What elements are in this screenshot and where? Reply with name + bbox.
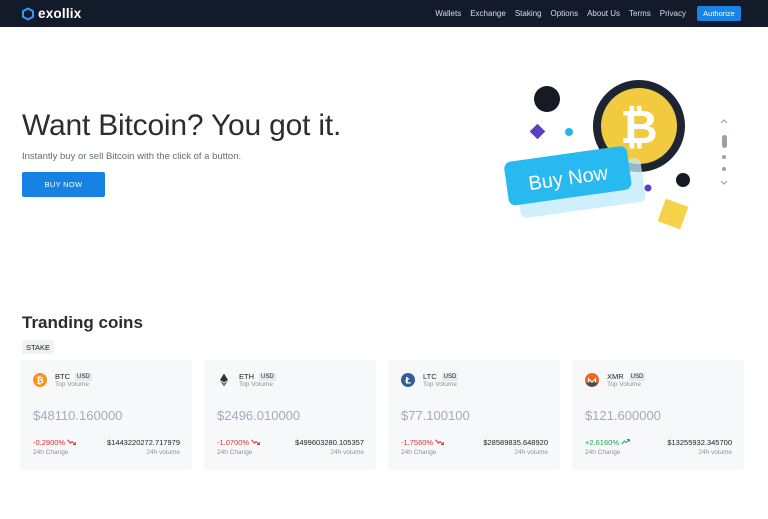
decor-black-circle-large: [534, 86, 560, 112]
coin-symbol-text: BTC: [55, 372, 70, 381]
decor-purple-diamond: [529, 123, 546, 140]
hero-illustration: ₿ Buy Now: [504, 80, 690, 230]
coin-subtitle: Top Volume: [239, 381, 273, 388]
chevron-up-icon[interactable]: [720, 118, 728, 124]
authorize-button[interactable]: Authorize: [697, 6, 741, 21]
hero-subtitle: Instantly buy or sell Bitcoin with the c…: [22, 151, 242, 162]
trend-down-icon: [67, 439, 77, 445]
change-label: 24h Change: [401, 449, 437, 456]
coin-symbol-text: LTC: [423, 372, 437, 381]
quote-currency-tag: USD: [75, 372, 92, 381]
quote-currency-tag: USD: [441, 372, 459, 381]
ethereum-icon: [220, 373, 228, 387]
quote-currency-tag: USD: [628, 372, 646, 381]
coin-subtitle: Top Volume: [607, 381, 641, 388]
bitcoin-icon: ₿: [33, 373, 47, 387]
buy-now-button[interactable]: BUY NOW: [22, 172, 105, 197]
pager-dot[interactable]: [722, 167, 726, 171]
coin-card-btc[interactable]: ₿ BTC USD Top Volume $48110.160000 -0.29…: [20, 360, 192, 470]
change-text: +2.6160%: [585, 438, 619, 447]
decor-yellow-square: [657, 198, 689, 230]
change-text: -0.2900%: [33, 438, 66, 447]
coin-symbol-text: ETH: [239, 372, 254, 381]
volume-value: $13255932.345700: [667, 438, 732, 447]
slide-pager: [718, 118, 730, 190]
change-value: +2.6160%: [585, 438, 631, 447]
coin-price: $121.600000: [585, 408, 661, 423]
coin-symbol-text: XMR: [607, 372, 624, 381]
trend-up-icon: [621, 439, 631, 445]
chevron-down-icon[interactable]: [720, 180, 728, 186]
coin-symbol: BTC USD: [55, 372, 92, 381]
monero-icon: [585, 373, 599, 387]
coin-price: $48110.160000: [33, 408, 123, 423]
trending-title: Tranding coins: [22, 313, 143, 332]
nav-link-options[interactable]: Options: [551, 9, 579, 18]
volume-value: $499603280.105357: [295, 438, 364, 447]
volume-value: $1443220272.717979: [107, 438, 180, 447]
coin-price: $2496.010000: [217, 408, 301, 423]
volume-label: 24h volume: [698, 449, 732, 456]
hero-title: Want Bitcoin? You got it.: [22, 109, 342, 142]
volume-label: 24h volume: [146, 449, 180, 456]
change-text: -1.7560%: [401, 438, 434, 447]
decor-purple-dot: [644, 184, 652, 192]
trend-down-icon: [435, 439, 445, 445]
nav-link-wallets[interactable]: Wallets: [435, 9, 461, 18]
bitcoin-icon: ₿: [620, 100, 658, 154]
volume-label: 24h volume: [330, 449, 364, 456]
svg-text:₿: ₿: [36, 376, 43, 387]
stake-tag[interactable]: STAKE: [22, 340, 55, 354]
decor-blue-dot: [565, 128, 573, 136]
nav-links: Wallets Exchange Staking Options About U…: [426, 0, 686, 27]
coin-symbol: ETH USD: [239, 372, 276, 381]
coin-symbol: LTC USD: [423, 372, 459, 381]
volume-value: $28589835.648920: [483, 438, 548, 447]
change-text: -1.0700%: [217, 438, 250, 447]
nav-link-terms[interactable]: Terms: [629, 9, 651, 18]
top-navbar: exollix Wallets Exchange Staking Options…: [0, 0, 768, 27]
nav-link-exchange[interactable]: Exchange: [470, 9, 506, 18]
change-label: 24h Change: [33, 449, 69, 456]
pager-active-indicator[interactable]: [721, 135, 727, 148]
coin-subtitle: Top Volume: [55, 381, 89, 388]
logo-text: exollix: [38, 6, 82, 21]
coin-card-eth[interactable]: ETH USD Top Volume $2496.010000 -1.0700%…: [204, 360, 376, 470]
pager-dot[interactable]: [722, 155, 726, 159]
decor-black-circle-small: [676, 173, 690, 187]
change-label: 24h Change: [217, 449, 253, 456]
coin-price: $77.100100: [401, 408, 470, 423]
change-value: -1.0700%: [217, 438, 261, 447]
logo-hexagon-icon: [22, 6, 34, 21]
quote-currency-tag: USD: [259, 372, 276, 381]
coin-card-ltc[interactable]: Ł LTC USD Top Volume $77.100100 -1.7560%…: [388, 360, 560, 470]
change-label: 24h Change: [585, 449, 621, 456]
logo[interactable]: exollix: [21, 5, 81, 22]
svg-text:Ł: Ł: [404, 377, 411, 387]
buy-now-badge: Buy Now: [504, 146, 646, 218]
change-value: -1.7560%: [401, 438, 445, 447]
nav-link-privacy[interactable]: Privacy: [660, 9, 686, 18]
litecoin-icon: Ł: [401, 373, 415, 387]
volume-label: 24h volume: [514, 449, 548, 456]
trend-down-icon: [251, 439, 261, 445]
nav-link-about-us[interactable]: About Us: [587, 9, 620, 18]
nav-link-staking[interactable]: Staking: [515, 9, 542, 18]
change-value: -0.2900%: [33, 438, 77, 447]
coin-card-xmr[interactable]: XMR USD Top Volume $121.600000 +2.6160% …: [572, 360, 744, 470]
coin-symbol: XMR USD: [607, 372, 646, 381]
coin-subtitle: Top Volume: [423, 381, 457, 388]
